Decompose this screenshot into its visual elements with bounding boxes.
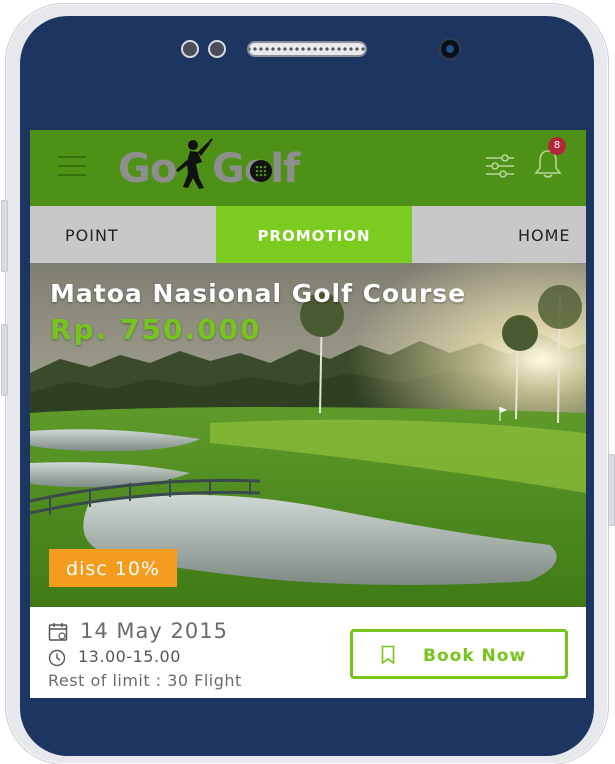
power-button <box>1 200 8 272</box>
tab-bar: POINT PROMOTION HOME <box>30 206 586 263</box>
golf-ball-icon <box>250 160 272 182</box>
notification-badge: 8 <box>548 137 566 155</box>
promo-banner[interactable]: Matoa Nasional Golf Course Rp. 750.000 d… <box>30 263 586 607</box>
volume-button <box>1 324 8 396</box>
calendar-icon <box>48 623 68 641</box>
front-camera-icon <box>438 37 462 61</box>
promo-limit: Rest of limit : 30 Flight <box>48 671 242 690</box>
sensor-dot-icon <box>181 40 199 58</box>
menu-icon[interactable] <box>58 154 86 178</box>
tab-point[interactable]: POINT <box>65 206 119 263</box>
promo-price: Rp. 750.000 <box>50 313 262 346</box>
course-name: Matoa Nasional Golf Course <box>50 279 467 308</box>
clock-icon <box>48 649 66 666</box>
app-header: Go Golf <box>30 130 586 206</box>
promo-details: 14 May 2015 13.00-15.00 Rest of limit : … <box>30 607 586 698</box>
tab-promotion[interactable]: PROMOTION <box>216 206 412 263</box>
promo-time-row: 13.00-15.00 <box>48 647 181 667</box>
sensor-dot-icon <box>208 40 226 58</box>
discount-badge: disc 10% <box>49 549 177 587</box>
promo-date-row: 14 May 2015 <box>48 619 228 643</box>
book-now-button[interactable]: Book Now <box>350 629 568 679</box>
bookmark-icon <box>381 645 395 665</box>
filter-icon[interactable] <box>484 150 516 182</box>
promo-date: 14 May 2015 <box>80 619 228 643</box>
app-screen: Go Golf <box>30 130 586 698</box>
speaker-grille <box>247 41 367 57</box>
tab-home[interactable]: HOME <box>518 206 571 263</box>
side-button-right <box>608 454 615 526</box>
book-now-label: Book Now <box>423 646 527 666</box>
promo-time: 13.00-15.00 <box>78 647 181 666</box>
golfer-icon <box>176 138 213 189</box>
